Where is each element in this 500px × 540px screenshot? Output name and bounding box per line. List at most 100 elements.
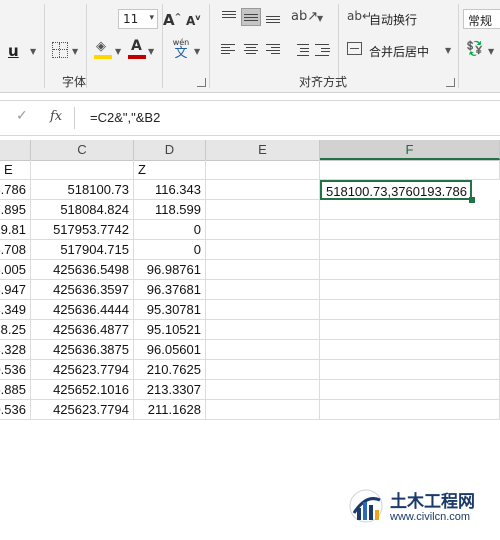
- increase-indent-icon[interactable]: [313, 41, 333, 59]
- orientation-dropdown-icon[interactable]: ▼: [317, 14, 323, 23]
- cell-B[interactable]: 5.708: [0, 240, 31, 260]
- align-top-icon[interactable]: [219, 8, 239, 26]
- cell-D[interactable]: 96.98761: [134, 260, 206, 280]
- number-format-combo[interactable]: 常规: [463, 9, 500, 29]
- cell-C[interactable]: 425636.4444: [31, 300, 134, 320]
- cell-E[interactable]: [206, 400, 320, 420]
- cell-B[interactable]: 6.005: [0, 260, 31, 280]
- cell-F[interactable]: [320, 400, 500, 420]
- cell-C[interactable]: 425636.4877: [31, 320, 134, 340]
- borders-icon[interactable]: [52, 42, 68, 58]
- cell-D[interactable]: 118.599: [134, 200, 206, 220]
- cell-E[interactable]: [206, 360, 320, 380]
- font-color-dropdown-icon[interactable]: ▼: [148, 47, 154, 56]
- align-right-icon[interactable]: [263, 41, 283, 59]
- cell-B[interactable]: 0.536: [0, 400, 31, 420]
- increase-font-button[interactable]: A^: [163, 11, 181, 29]
- decrease-indent-icon[interactable]: [291, 41, 311, 59]
- column-header-D[interactable]: D: [134, 140, 206, 160]
- orientation-icon[interactable]: ab↗: [291, 9, 318, 24]
- cell-E[interactable]: [206, 260, 320, 280]
- cell-B[interactable]: 3.947: [0, 280, 31, 300]
- cell-C[interactable]: 518084.824: [31, 200, 134, 220]
- align-bottom-icon[interactable]: [263, 8, 283, 26]
- cell-D[interactable]: 116.343: [134, 180, 206, 200]
- wrap-text-button[interactable]: ab↵ 自动换行: [347, 9, 447, 29]
- cell-C[interactable]: 517904.715: [31, 240, 134, 260]
- cell-F[interactable]: [320, 240, 500, 260]
- cell-F[interactable]: [320, 160, 500, 180]
- font-size-combo[interactable]: 11 ▾: [118, 9, 158, 29]
- cell-B[interactable]: 3.786: [0, 180, 31, 200]
- cell-C[interactable]: 425636.3875: [31, 340, 134, 360]
- accounting-format-dropdown-icon[interactable]: ▼: [488, 47, 494, 56]
- merge-center-button[interactable]: 合并后居中 ▼: [347, 41, 459, 61]
- cell-E[interactable]: [206, 380, 320, 400]
- fill-color-button[interactable]: ◈: [94, 39, 112, 61]
- cell-B[interactable]: 3.349: [0, 300, 31, 320]
- cell-F[interactable]: [320, 340, 500, 360]
- cell-F[interactable]: [320, 220, 500, 240]
- cell-E[interactable]: [206, 160, 320, 180]
- font-color-button[interactable]: A: [128, 38, 146, 60]
- cell-D[interactable]: 0: [134, 220, 206, 240]
- align-left-icon[interactable]: [219, 41, 239, 59]
- cell-C[interactable]: [31, 160, 134, 180]
- insert-function-icon[interactable]: fx: [50, 109, 62, 124]
- cell-C[interactable]: 425636.5498: [31, 260, 134, 280]
- cell-B[interactable]: 38.25: [0, 320, 31, 340]
- cell-D[interactable]: 0: [134, 240, 206, 260]
- enter-check-icon[interactable]: ✓: [16, 108, 28, 124]
- cell-D[interactable]: 95.10521: [134, 320, 206, 340]
- cell-D[interactable]: 95.30781: [134, 300, 206, 320]
- phonetic-guide-button[interactable]: wén 文: [170, 38, 192, 61]
- cell-C[interactable]: 518100.73: [31, 180, 134, 200]
- cell-D[interactable]: 96.05601: [134, 340, 206, 360]
- phonetic-dropdown-icon[interactable]: ▼: [194, 47, 200, 56]
- cell-F[interactable]: [320, 360, 500, 380]
- underline-button[interactable]: u: [8, 42, 19, 60]
- merge-center-dropdown-icon[interactable]: ▼: [445, 46, 451, 55]
- cell-B[interactable]: 0.536: [0, 360, 31, 380]
- cell-D[interactable]: 211.1628: [134, 400, 206, 420]
- cell-C[interactable]: 425652.1016: [31, 380, 134, 400]
- cell-F[interactable]: [320, 260, 500, 280]
- cell-F[interactable]: [320, 280, 500, 300]
- borders-dropdown-icon[interactable]: ▼: [72, 47, 78, 56]
- column-header-C[interactable]: C: [31, 140, 134, 160]
- cell-D[interactable]: 213.3307: [134, 380, 206, 400]
- cell-B[interactable]: E: [0, 160, 31, 180]
- underline-dropdown-icon[interactable]: ▼: [30, 47, 36, 56]
- formula-input[interactable]: =C2&","&B2: [90, 110, 160, 125]
- cell-D[interactable]: 96.37681: [134, 280, 206, 300]
- cell-E[interactable]: [206, 280, 320, 300]
- column-header-E[interactable]: E: [206, 140, 320, 160]
- cell-C[interactable]: 425623.7794: [31, 400, 134, 420]
- cell-E[interactable]: [206, 220, 320, 240]
- active-cell[interactable]: 518100.73,3760193.786: [320, 180, 472, 200]
- cell-B[interactable]: 29.81: [0, 220, 31, 240]
- cell-F[interactable]: [320, 300, 500, 320]
- accounting-format-icon[interactable]: 💱: [466, 41, 483, 57]
- alignment-dialog-launcher-icon[interactable]: [446, 78, 455, 87]
- cell-E[interactable]: [206, 240, 320, 260]
- decrease-font-button[interactable]: Av: [186, 13, 201, 28]
- align-middle-icon[interactable]: [241, 8, 261, 26]
- column-header-B[interactable]: [0, 140, 31, 160]
- column-header-F[interactable]: F: [320, 140, 500, 160]
- cell-E[interactable]: [206, 320, 320, 340]
- align-center-icon[interactable]: [241, 41, 261, 59]
- cell-B[interactable]: 7.895: [0, 200, 31, 220]
- cell-C[interactable]: 425636.3597: [31, 280, 134, 300]
- cell-E[interactable]: [206, 340, 320, 360]
- cell-E[interactable]: [206, 180, 320, 200]
- cell-E[interactable]: [206, 200, 320, 220]
- cell-D[interactable]: 210.7625: [134, 360, 206, 380]
- cell-B[interactable]: 3.328: [0, 340, 31, 360]
- fill-color-dropdown-icon[interactable]: ▼: [115, 47, 121, 56]
- cell-C[interactable]: 517953.7742: [31, 220, 134, 240]
- cell-D[interactable]: Z: [134, 160, 206, 180]
- cell-C[interactable]: 425623.7794: [31, 360, 134, 380]
- cell-E[interactable]: [206, 300, 320, 320]
- cell-F[interactable]: [320, 320, 500, 340]
